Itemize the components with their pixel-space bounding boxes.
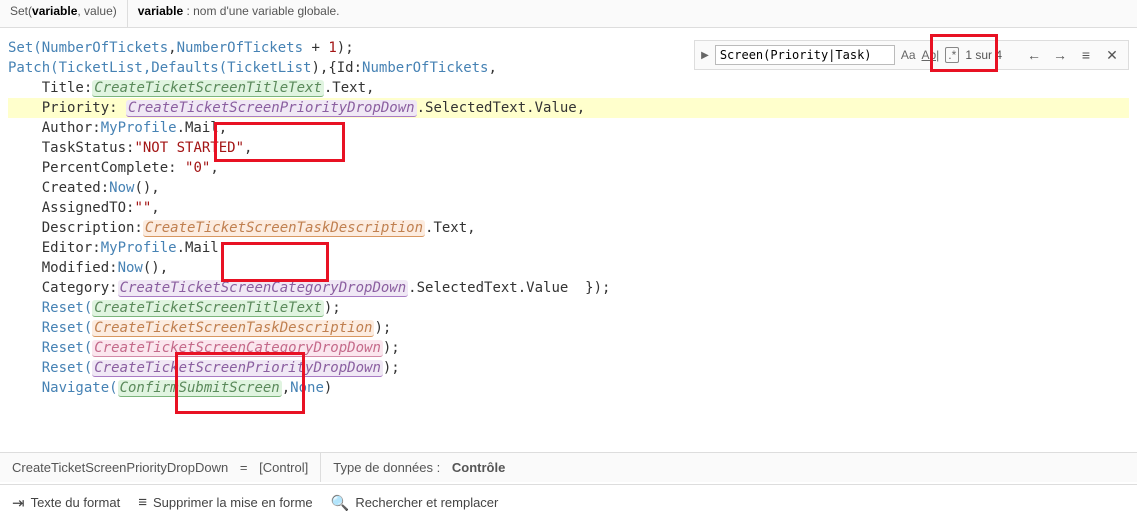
token-reset-task: CreateTicketScreenTaskDescription (92, 320, 374, 337)
token-confirm-screen: ConfirmSubmitScreen (118, 380, 282, 397)
find-bar: ▶ Aa Ab| .* 1 sur 4 ← → ≡ ✕ (694, 40, 1129, 70)
match-case-toggle[interactable]: Aa (901, 48, 916, 62)
whole-word-toggle[interactable]: Ab| (922, 48, 940, 62)
selection-scope-icon[interactable]: ≡ (1076, 45, 1096, 65)
format-icon: ⇥ (12, 494, 25, 512)
remove-format-icon: ≡ (138, 494, 147, 511)
signature-hint: variable : nom d'une variable globale. (128, 0, 350, 27)
find-replace-button[interactable]: 🔍 Rechercher et remplacer (331, 494, 499, 512)
status-bar: CreateTicketScreenPriorityDropDown = [Co… (0, 452, 1137, 482)
code-content: Set(NumberOfTickets,NumberOfTickets + 1)… (8, 38, 1129, 398)
status-entity: CreateTicketScreenPriorityDropDown = [Co… (0, 453, 321, 482)
find-collapse-icon[interactable]: ▶ (701, 50, 709, 61)
format-text-button[interactable]: ⇥ Texte du format (12, 494, 120, 512)
find-count: 1 sur 4 (965, 48, 1002, 62)
next-match-icon[interactable]: → (1050, 45, 1070, 65)
token-title-text: CreateTicketScreenTitleText (92, 80, 324, 97)
formula-editor[interactable]: Set(NumberOfTickets,NumberOfTickets + 1)… (0, 28, 1137, 402)
footer-toolbar: ⇥ Texte du format ≡ Supprimer la mise en… (0, 484, 1137, 520)
token-reset-priority: CreateTicketScreenPriorityDropDown (92, 360, 383, 377)
token-category-dropdown: CreateTicketScreenCategoryDropDown (118, 280, 409, 297)
close-find-icon[interactable]: ✕ (1102, 45, 1122, 65)
find-input[interactable] (715, 45, 895, 65)
search-icon: 🔍 (331, 494, 350, 512)
regex-toggle[interactable]: .* (945, 47, 959, 63)
prev-match-icon[interactable]: ← (1024, 45, 1044, 65)
token-task-desc: CreateTicketScreenTaskDescription (143, 220, 425, 237)
token-reset-category: CreateTicketScreenCategoryDropDown (92, 340, 383, 357)
status-datatype: Type de données : Contrôle (321, 453, 517, 482)
token-priority-dropdown: CreateTicketScreenPriorityDropDown (126, 100, 417, 117)
signature-bar: Set(variable, value) variable : nom d'un… (0, 0, 1137, 28)
remove-format-button[interactable]: ≡ Supprimer la mise en forme (138, 494, 312, 511)
token-reset-title: CreateTicketScreenTitleText (92, 300, 324, 317)
signature-text: Set(variable, value) (0, 0, 128, 27)
